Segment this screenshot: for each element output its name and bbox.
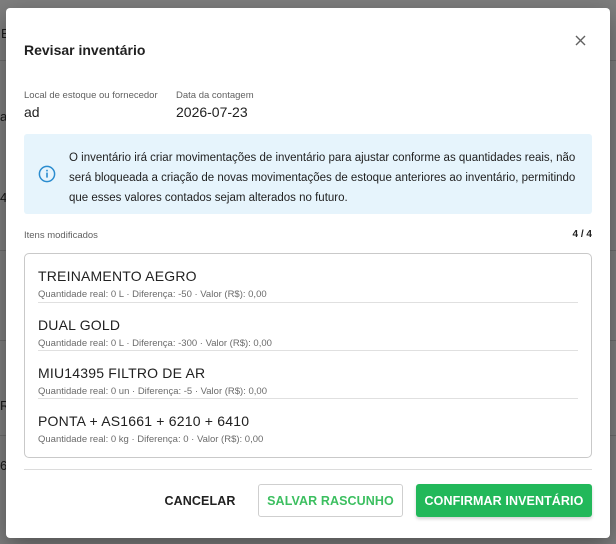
info-alert: O inventário irá criar movimentações de …: [24, 134, 592, 214]
location-value: ad: [24, 104, 40, 120]
item-name: PONTA + AS1661 + 6210 + 6410: [38, 413, 250, 429]
count-date-label: Data da contagem: [176, 90, 254, 101]
dialog-title: Revisar inventário: [24, 42, 146, 58]
close-button[interactable]: [568, 28, 592, 52]
modified-items-list[interactable]: TREINAMENTO AEGRO Quantidade real: 0 L ·…: [24, 253, 592, 458]
list-item: PONTA + AS1661 + 6210 + 6410 Quantidade …: [38, 398, 578, 446]
footer-divider: [24, 469, 592, 470]
item-detail: Quantidade real: 0 un · Diferença: -5 · …: [38, 386, 267, 397]
item-detail: Quantidade real: 0 L · Diferença: -50 · …: [38, 289, 267, 300]
list-item: DUAL GOLD Quantidade real: 0 L · Diferen…: [38, 302, 578, 350]
list-item: MIU14395 FILTRO DE AR Quantidade real: 0…: [38, 350, 578, 398]
modified-items-label: Itens modificados: [24, 230, 98, 241]
info-message: O inventário irá criar movimentações de …: [69, 152, 576, 204]
review-inventory-dialog: Revisar inventário Local de estoque ou f…: [6, 8, 610, 538]
item-detail: Quantidade real: 0 kg · Diferença: 0 · V…: [38, 434, 264, 445]
item-name: MIU14395 FILTRO DE AR: [38, 365, 206, 381]
item-name: DUAL GOLD: [38, 317, 121, 333]
item-name: TREINAMENTO AEGRO: [38, 268, 197, 284]
list-item: TREINAMENTO AEGRO Quantidade real: 0 L ·…: [38, 254, 578, 302]
close-icon: [575, 35, 585, 45]
info-icon: [38, 165, 56, 183]
confirm-inventory-button[interactable]: CONFIRMAR INVENTÁRIO: [416, 484, 592, 517]
location-label: Local de estoque ou fornecedor: [24, 90, 158, 101]
modified-items-count: 4 / 4: [572, 229, 592, 240]
cancel-button[interactable]: CANCELAR: [156, 484, 244, 517]
count-date-value: 2026-07-23: [176, 104, 248, 120]
item-detail: Quantidade real: 0 L · Diferença: -300 ·…: [38, 338, 272, 349]
save-draft-button[interactable]: SALVAR RASCUNHO: [258, 484, 403, 517]
